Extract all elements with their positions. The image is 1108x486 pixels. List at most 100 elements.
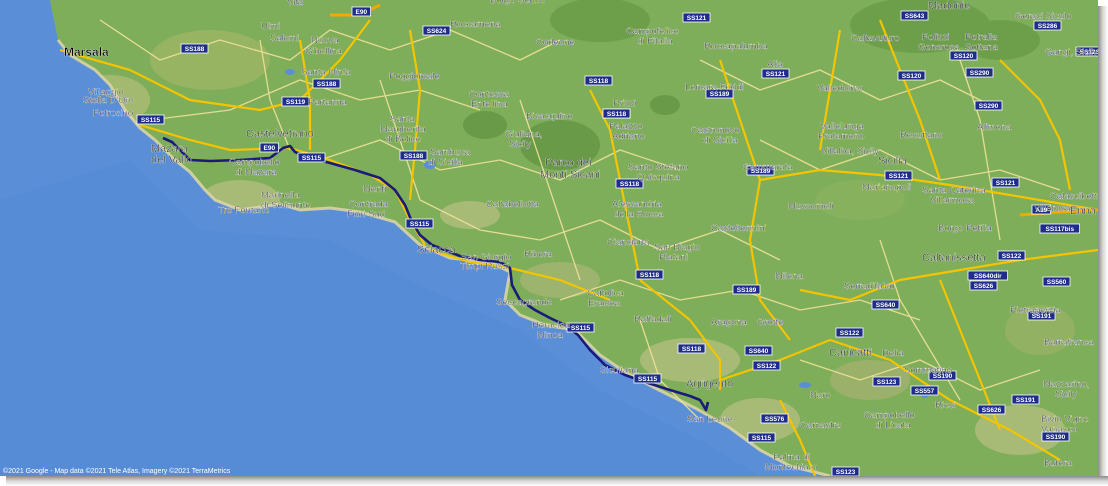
svg-text:SS118: SS118 [607,111,627,118]
place-label-bisacquino: Bisacquino [526,111,572,122]
place-label-vita: Vita [287,0,304,8]
road-shield-ss123-b: SS123 [831,466,860,476]
svg-text:SS117bis: SS117bis [1046,226,1075,233]
place-label-caltavuturo: Caltavuturo [851,33,900,44]
svg-text:SS626: SS626 [974,283,994,290]
svg-text:SS557: SS557 [915,388,935,395]
place-label-marsala: Marsala [64,45,109,59]
svg-text:E90: E90 [356,9,368,16]
place-label-sottana: Sottana [965,42,998,53]
place-label-marianopoli: Marianopoli [862,182,911,193]
road-shield-ss115-f: SS115 [747,432,776,443]
place-label-sommatino: Sommatino [904,365,952,376]
place-label-generosa: Generosa [918,42,960,53]
place-label-calascibetta: Calascibetta [1050,191,1098,202]
road-shield-ss191-b: SS191 [1011,394,1040,405]
place-label-nuova: Nuova [311,35,339,46]
place-label-riesi: Riesi [935,400,956,411]
svg-text:E90: E90 [264,145,276,152]
place-label-gibellina: Gibellina [305,46,343,57]
road-shield-ss643: SS643 [900,10,929,21]
road-shield-ss118-c: SS118 [635,269,664,280]
place-label-di-mazara: di Mazara [235,167,277,178]
place-label-barrafranca: Barrafranca [1044,337,1094,348]
svg-text:SS290: SS290 [970,70,990,77]
place-label-villarosa: Villarosa [1034,203,1071,214]
place-label-platani: Platani [659,252,688,263]
road-shield-ss115-b: SS115 [297,152,326,163]
place-label-stella-doro: Stella D'Oro [83,95,134,106]
svg-text:SS640: SS640 [749,348,769,355]
svg-text:SS115: SS115 [302,155,322,162]
svg-text:SS118: SS118 [640,272,660,279]
road-shield-ss188-c: SS188 [399,150,428,161]
place-label-siculiana: Siculiana [600,365,639,376]
road-shield-ss120-a: SS120 [897,70,926,81]
road-shield-ss122-c: SS122 [752,360,781,371]
place-label-butera: Butera [1044,458,1073,469]
place-label-resuttano: Resuttano [900,130,943,141]
place-label-san-leone: San Leone [687,414,733,425]
svg-text:SS122: SS122 [840,330,860,337]
place-label-alimena: Alimena [977,122,1012,133]
frame-shadow-bottom [6,476,1108,486]
place-label-sicily-2: Sicily [1055,389,1077,400]
road-shield-ss286: SS286 [1033,20,1062,31]
svg-text:SS286: SS286 [1038,23,1058,30]
place-label-di-fitalia: di Fitalia [637,36,673,47]
svg-text:SS115: SS115 [410,221,430,228]
svg-text:SS120: SS120 [954,53,974,60]
place-label-villarmosa: Villarmosa [930,195,975,206]
road-shield-ss188-a: SS188 [180,43,209,54]
place-label-sicilia: Sicilia [878,155,908,167]
place-label-caltanissetta: Caltanissetta [922,252,986,264]
place-label-di-sicilia-2: di Sicilia [428,157,464,168]
svg-text:SS188: SS188 [185,46,205,53]
road-shield-ss115-a: SS115 [136,114,165,125]
svg-text:SS115: SS115 [638,376,658,383]
road-shield-ss290-b: SS290 [974,100,1003,111]
place-label-pratameno: Pratameno [818,131,864,142]
place-label-del-vallo: del Vallo [151,154,192,166]
place-label-corleone: Corleone [536,37,575,48]
road-shield-ss115-d: SS115 [566,322,595,333]
frame-shadow-right [1098,6,1108,486]
map-attribution: ©2021 Google - Map data ©2021 Tele Atlas… [3,467,231,475]
place-label-gangi: Gangi, Sicily [1045,47,1098,58]
place-label-montechiaro: Montechiaro [765,462,817,473]
svg-text:SS123: SS123 [877,379,897,386]
road-shield-ss560: SS560 [1042,276,1071,287]
place-label-sicily-1: Sicily [509,139,531,150]
place-label-seccagrande: Seccagrande [496,297,552,308]
place-label-lercara: Lercara Friddi [685,82,744,93]
svg-text:SS115: SS115 [571,325,591,332]
place-label-naro: Naro [810,390,831,401]
place-label-agrigento: Agrigento [686,378,733,390]
svg-text:SS122: SS122 [1002,253,1022,260]
place-label-entellina: Entellina [471,99,508,110]
place-label-delia: Delia [882,348,904,359]
svg-text:SS188: SS188 [317,81,337,88]
place-label-di-belice: di Belice [385,134,421,145]
road-shield-ss117bis: SS117bis [1039,223,1080,234]
place-label-borgo-petilia: Borgo Petilia [938,223,993,234]
place-label-villalba: Villalba, Sicily [821,146,879,157]
map-frame[interactable]: E90SS624SS188SS188SS188SS188SS115SS115SS… [0,0,1098,476]
road-shield-ss557: SS557 [910,385,939,396]
svg-text:SS120: SS120 [902,73,922,80]
road-shield-ss640-b: SS640 [744,345,773,356]
svg-text:SS118: SS118 [589,78,609,85]
svg-text:SS122: SS122 [757,363,777,370]
place-label-vanasco: Vanasco [1041,424,1077,435]
svg-text:SS118: SS118 [682,346,702,353]
road-shield-ss118-a: SS118 [584,75,613,86]
road-shield-ss121-c: SS121 [884,170,913,181]
svg-text:SS640dir: SS640dir [974,273,1002,280]
place-label-menfi: Menfi [363,184,386,195]
svg-text:SS119: SS119 [286,99,306,106]
place-label-pietraperzia: Pietraperzia [1010,305,1061,316]
place-label-enna: Enna [1070,205,1097,217]
place-label-canicatti: Canicattì [829,347,872,359]
map-canvas[interactable]: E90SS624SS188SS188SS188SS188SS115SS115SS… [0,0,1098,476]
road-shield-ss118-e: SS118 [602,108,631,119]
